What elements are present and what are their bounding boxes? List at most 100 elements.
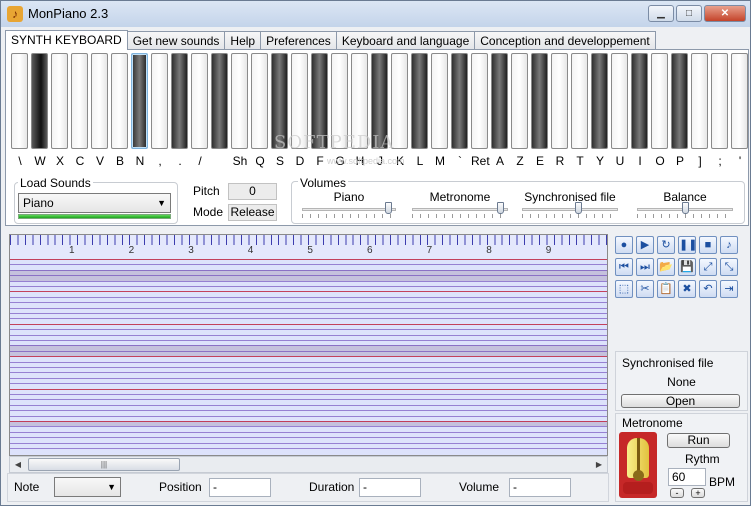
note-grid[interactable] — [10, 259, 607, 455]
note-row-line — [10, 329, 607, 331]
save-icon[interactable]: 💾 — [678, 258, 696, 276]
piano-key[interactable] — [411, 53, 428, 149]
record-icon[interactable]: ● — [615, 236, 633, 254]
piano-key-label: R — [555, 154, 565, 168]
bpm-increase-button[interactable]: + — [691, 488, 705, 498]
piano-key[interactable] — [71, 53, 88, 149]
piano-key[interactable] — [571, 53, 588, 149]
note-row-line — [10, 394, 607, 395]
open-folder-icon[interactable]: 📂 — [657, 258, 675, 276]
piano-key[interactable] — [691, 53, 708, 149]
note-row-line — [10, 399, 607, 401]
tab-get-new-sounds[interactable]: Get new sounds — [126, 31, 226, 50]
note-row-line — [10, 404, 607, 406]
mode-value[interactable]: Release — [228, 204, 277, 221]
piano-key[interactable] — [731, 53, 748, 149]
load-sounds-label: Load Sounds — [18, 176, 93, 190]
export-icon[interactable]: ♪ — [720, 236, 738, 254]
rewind-icon[interactable]: ⏮ — [615, 258, 633, 276]
bpm-input[interactable]: 60 — [668, 468, 706, 486]
piano-key[interactable] — [711, 53, 728, 149]
slider-thumb[interactable] — [497, 202, 504, 214]
volume-input[interactable]: - — [509, 478, 571, 497]
play-icon[interactable]: ▶ — [636, 236, 654, 254]
slider-thumb[interactable] — [385, 202, 392, 214]
piano-key[interactable] — [431, 53, 448, 149]
note-row-line — [10, 448, 607, 449]
note-row-line — [10, 367, 607, 368]
note-row-line — [10, 372, 607, 374]
close-button[interactable]: ✕ — [704, 5, 746, 22]
pause-icon[interactable]: ❚❚ — [678, 236, 697, 254]
slider-thumb[interactable] — [575, 202, 582, 214]
piano-key[interactable] — [451, 53, 468, 149]
delete-icon[interactable]: ✖ — [678, 280, 696, 298]
piano-key[interactable] — [591, 53, 608, 149]
piano-key[interactable] — [91, 53, 108, 149]
note-row-line — [10, 302, 607, 304]
piano-key[interactable] — [31, 53, 48, 149]
tab-preferences[interactable]: Preferences — [260, 31, 337, 50]
piano-key[interactable] — [111, 53, 128, 149]
piano-key[interactable] — [251, 53, 268, 149]
piano-key[interactable] — [11, 53, 28, 149]
piano-roll[interactable]: 1 2 3 4 5 6 7 8 9 — [9, 234, 608, 456]
bpm-decrease-button[interactable]: - — [670, 488, 684, 498]
metronome-run-button[interactable]: Run — [667, 433, 730, 448]
zoom-out-icon[interactable]: ⤡ — [720, 258, 738, 276]
minimize-button[interactable]: ▁ — [648, 5, 674, 22]
piano-key[interactable] — [551, 53, 568, 149]
piano-key[interactable] — [531, 53, 548, 149]
tab-conception-and-developpement[interactable]: Conception and developpement — [474, 31, 656, 50]
end-icon[interactable]: ⇥ — [720, 280, 738, 298]
maximize-button[interactable]: □ — [676, 5, 702, 22]
position-input[interactable]: - — [209, 478, 271, 497]
stop-icon[interactable]: ■ — [699, 236, 717, 254]
note-select[interactable]: ▼ — [54, 477, 121, 497]
undo-icon[interactable]: ↶ — [699, 280, 717, 298]
piano-key[interactable] — [671, 53, 688, 149]
open-file-button[interactable]: Open — [621, 394, 740, 408]
roll-horizontal-scrollbar[interactable]: ◀ ||| ▶ — [9, 456, 608, 473]
piano-key[interactable] — [151, 53, 168, 149]
note-row-line — [10, 437, 607, 439]
title-bar[interactable]: ♪ MonPiano 2.3 ▁ □ ✕ — [1, 1, 750, 27]
piano-key[interactable] — [651, 53, 668, 149]
piano-key[interactable] — [51, 53, 68, 149]
select-icon[interactable]: ⬚ — [615, 280, 633, 298]
tab-help[interactable]: Help — [224, 31, 262, 50]
piano-key[interactable] — [511, 53, 528, 149]
scroll-thumb[interactable]: ||| — [28, 458, 180, 471]
cut-icon[interactable]: ✂ — [636, 280, 654, 298]
note-row-line — [10, 442, 607, 444]
volume-slider[interactable] — [302, 200, 396, 220]
forward-icon[interactable]: ⏭ — [636, 258, 654, 276]
piano-key[interactable] — [471, 53, 488, 149]
zoom-in-icon[interactable]: ⤢ — [699, 258, 717, 276]
paste-icon[interactable]: 📋 — [657, 280, 675, 298]
loop-icon[interactable]: ↻ — [657, 236, 675, 254]
volume-slider[interactable] — [637, 200, 733, 220]
tab-keyboard-and-language[interactable]: Keyboard and language — [335, 31, 476, 50]
volume-slider[interactable] — [412, 200, 508, 220]
piano-key[interactable] — [131, 53, 148, 149]
scroll-left-icon[interactable]: ◀ — [10, 457, 26, 472]
ruler-ticks — [10, 235, 607, 245]
piano-key[interactable] — [631, 53, 648, 149]
watermark: SOFTPEDIA — [274, 132, 395, 153]
piano-key[interactable] — [231, 53, 248, 149]
piano-key[interactable] — [491, 53, 508, 149]
piano-key[interactable] — [211, 53, 228, 149]
piano-key[interactable] — [191, 53, 208, 149]
tab-synth-keyboard[interactable]: SYNTH KEYBOARD — [5, 30, 128, 50]
sound-select[interactable]: Piano ▼ — [18, 193, 171, 213]
duration-input[interactable]: - — [359, 478, 421, 497]
slider-thumb[interactable] — [682, 202, 689, 214]
volume-slider[interactable] — [522, 200, 618, 220]
piano-key[interactable] — [611, 53, 628, 149]
note-row-line — [10, 350, 607, 352]
piano-key[interactable] — [171, 53, 188, 149]
scroll-right-icon[interactable]: ▶ — [591, 457, 607, 472]
piano-key-label: N — [135, 154, 145, 168]
synchronised-file-group: Synchronised file None Open — [615, 351, 748, 411]
